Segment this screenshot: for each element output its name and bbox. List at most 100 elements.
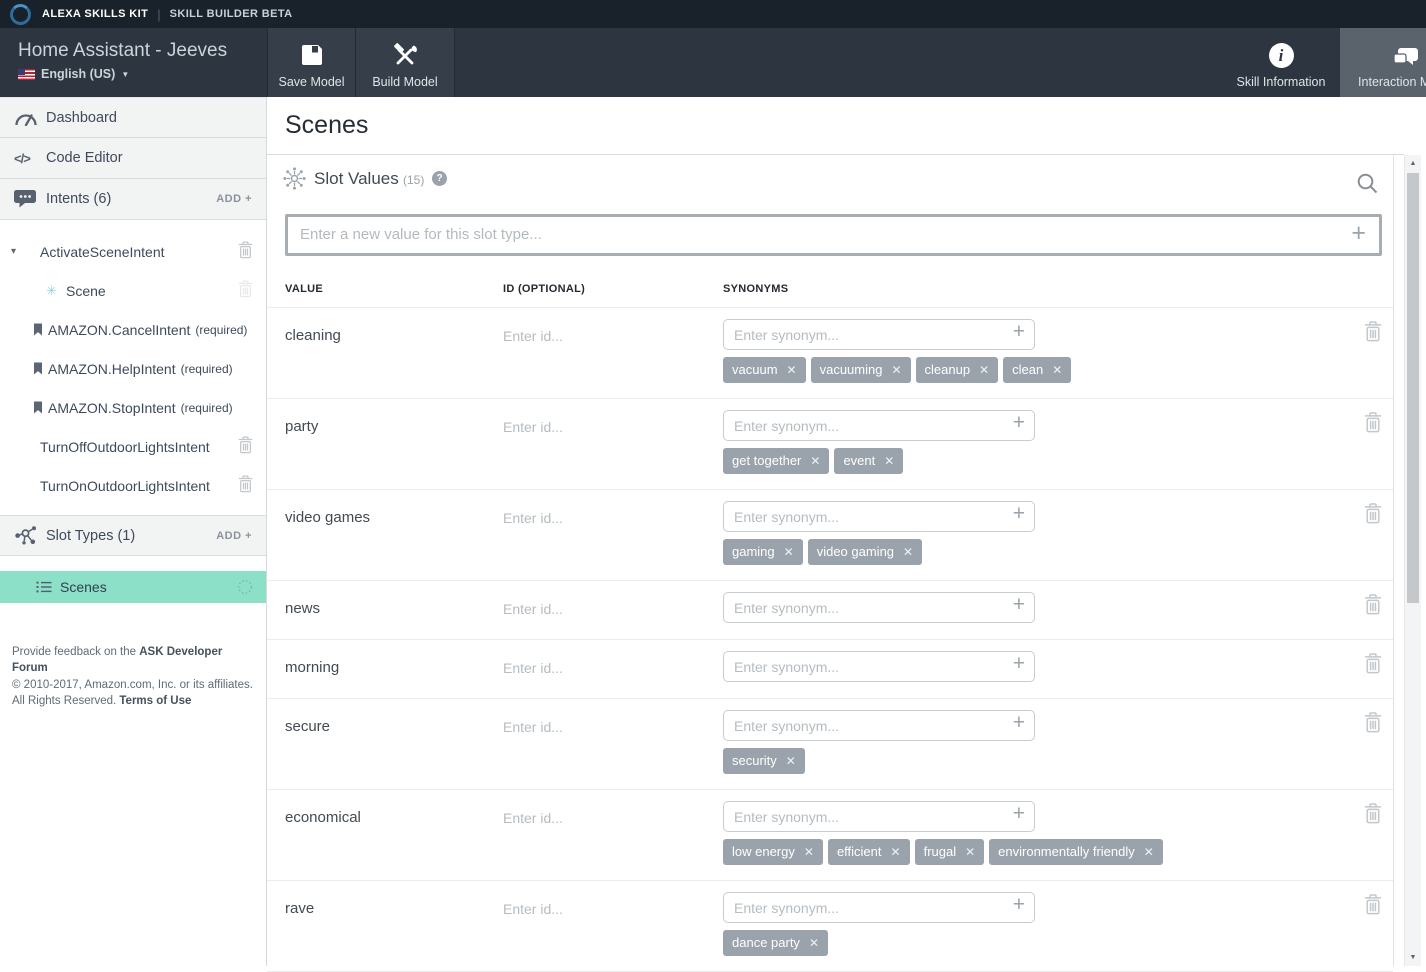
build-model-button[interactable]: Build Model [356, 28, 455, 97]
tab-interaction-model[interactable]: Interaction Model [1340, 28, 1426, 97]
locale-label: English (US) [41, 67, 115, 81]
delete-row-trash-icon[interactable] [1364, 894, 1382, 920]
synonym-input[interactable]: Enter synonym...+ [723, 801, 1035, 832]
sidebar-item-slot-types[interactable]: Slot Types (1) ADD + [0, 515, 266, 556]
bookmark-icon [33, 362, 43, 375]
slot-value-text: party [285, 418, 318, 435]
id-input[interactable]: Enter id... [503, 510, 563, 526]
id-input[interactable]: Enter id... [503, 810, 563, 826]
section-title: Slot Values [314, 169, 399, 189]
synonym-tag: video gaming✕ [808, 539, 922, 565]
delete-trash-icon[interactable] [238, 241, 253, 262]
remove-synonym-x-icon[interactable]: ✕ [809, 936, 819, 950]
add-slot-type-button[interactable]: ADD + [216, 530, 252, 542]
remove-synonym-x-icon[interactable]: ✕ [903, 545, 913, 559]
tab-skill-information[interactable]: i Skill Information [1206, 28, 1356, 97]
add-synonym-plus-icon[interactable]: + [1013, 652, 1025, 676]
sidebar-intent-item[interactable]: TurnOffOutdoorLightsIntent [0, 427, 266, 466]
add-intent-button[interactable]: ADD + [216, 193, 252, 205]
terms-of-use-link[interactable]: Terms of Use [119, 695, 191, 707]
vertical-scrollbar[interactable]: ▲ ▼ [1404, 155, 1421, 966]
delete-row-trash-icon[interactable] [1364, 503, 1382, 529]
synonym-input[interactable]: Enter synonym... + [723, 892, 1035, 923]
dashboard-gauge-icon [14, 110, 46, 126]
synonym-placeholder: Enter synonym... [734, 900, 839, 916]
synonym-input[interactable]: Enter synonym...+ [723, 651, 1035, 682]
scroll-up-arrow-icon[interactable]: ▲ [1405, 160, 1421, 167]
sidebar-item-intents[interactable]: Intents (6) ADD + [0, 179, 266, 220]
skill-block: Home Assistant - Jeeves English (US) ▼ [18, 40, 227, 81]
id-input[interactable]: Enter id... [503, 601, 563, 617]
id-input[interactable]: Enter id... [503, 419, 563, 435]
synonym-input[interactable]: Enter synonym...+ [723, 710, 1035, 741]
sidebar-item-code-editor[interactable]: </> Code Editor [0, 138, 266, 179]
remove-synonym-x-icon[interactable]: ✕ [891, 363, 901, 377]
id-input[interactable]: Enter id... [503, 328, 563, 344]
remove-synonym-x-icon[interactable]: ✕ [884, 454, 894, 468]
slot-values-count: (15) [403, 173, 424, 187]
remove-synonym-x-icon[interactable]: ✕ [787, 363, 797, 377]
sidebar-item-label: Intents (6) [46, 191, 111, 207]
sidebar-intent-item[interactable]: AMAZON.StopIntent(required) [0, 388, 266, 427]
sidebar-intent-item[interactable]: AMAZON.CancelIntent(required) [0, 310, 266, 349]
add-synonym-plus-icon[interactable]: + [1013, 893, 1025, 917]
remove-synonym-x-icon[interactable]: ✕ [786, 754, 796, 768]
sidebar-intent-item[interactable]: TurnOnOutdoorLightsIntent [0, 466, 266, 505]
sidebar-slot-type-scenes[interactable]: Scenes [0, 571, 266, 603]
remove-synonym-x-icon[interactable]: ✕ [965, 845, 975, 859]
synonym-tag: efficient✕ [828, 839, 910, 865]
locale-selector[interactable]: English (US) ▼ [18, 67, 227, 81]
slot-snowflake-icon: ✳ [46, 283, 57, 299]
synonym-input[interactable]: Enter synonym...+ [723, 319, 1035, 350]
remove-synonym-x-icon[interactable]: ✕ [1052, 363, 1062, 377]
footer-text: Provide feedback on the [12, 646, 139, 658]
sidebar-intent-item[interactable]: AMAZON.HelpIntent(required) [0, 349, 266, 388]
add-synonym-plus-icon[interactable]: + [1013, 593, 1025, 617]
help-icon[interactable]: ? [432, 171, 447, 186]
id-input[interactable]: Enter id... [503, 660, 563, 676]
chevron-down-icon[interactable]: ▾ [11, 246, 16, 257]
synonym-tags: get together✕event✕ [723, 448, 903, 474]
synonym-input[interactable]: Enter synonym...+ [723, 410, 1035, 441]
scroll-down-arrow-icon[interactable]: ▼ [1405, 954, 1421, 961]
search-icon[interactable] [1357, 173, 1378, 199]
alexa-logo-icon [10, 4, 31, 25]
required-suffix: (required) [195, 323, 247, 337]
synonym-input[interactable]: Enter synonym...+ [723, 501, 1035, 532]
remove-synonym-x-icon[interactable]: ✕ [1144, 845, 1154, 859]
pending-delete-icon[interactable] [237, 579, 253, 600]
sidebar-intent-item[interactable]: ✳Scene [0, 271, 266, 310]
synonym-tags: low energy✕efficient✕frugal✕environmenta… [723, 839, 1163, 865]
remove-synonym-x-icon[interactable]: ✕ [979, 363, 989, 377]
remove-synonym-x-icon[interactable]: ✕ [810, 454, 820, 468]
delete-row-trash-icon[interactable] [1364, 412, 1382, 438]
add-synonym-plus-icon[interactable]: + [1013, 502, 1025, 526]
delete-trash-icon[interactable] [238, 436, 253, 457]
remove-synonym-x-icon[interactable]: ✕ [891, 845, 901, 859]
sidebar-item-dashboard[interactable]: Dashboard [0, 97, 266, 138]
remove-synonym-x-icon[interactable]: ✕ [784, 545, 794, 559]
delete-row-trash-icon[interactable] [1364, 321, 1382, 347]
model-actions: Save Model Build Model [267, 28, 455, 97]
add-synonym-plus-icon[interactable]: + [1013, 802, 1025, 826]
delete-trash-icon[interactable] [238, 475, 253, 496]
delete-row-trash-icon[interactable] [1364, 594, 1382, 620]
delete-row-trash-icon[interactable] [1364, 712, 1382, 738]
delete-row-trash-icon[interactable] [1364, 653, 1382, 679]
scrollbar-thumb[interactable] [1407, 173, 1419, 603]
add-synonym-plus-icon[interactable]: + [1013, 711, 1025, 735]
synonym-tag-label: clean [1012, 362, 1043, 377]
synonym-input[interactable]: Enter synonym...+ [723, 592, 1035, 623]
column-header-id: ID (OPTIONAL) [503, 283, 585, 295]
add-value-plus-icon[interactable]: + [1351, 219, 1366, 248]
add-synonym-plus-icon[interactable]: + [1013, 320, 1025, 344]
delete-row-trash-icon[interactable] [1364, 803, 1382, 829]
add-synonym-plus-icon[interactable]: + [1013, 411, 1025, 435]
save-model-button[interactable]: Save Model [267, 28, 356, 97]
id-input[interactable]: Enter id... [503, 719, 563, 735]
id-input[interactable]: Enter id... [503, 901, 563, 917]
sidebar-intent-item[interactable]: ▾ActivateSceneIntent [0, 232, 266, 271]
synonym-tag: event✕ [834, 448, 903, 474]
remove-synonym-x-icon[interactable]: ✕ [804, 845, 814, 859]
new-slot-value-input[interactable]: Enter a new value for this slot type... … [285, 214, 1382, 256]
